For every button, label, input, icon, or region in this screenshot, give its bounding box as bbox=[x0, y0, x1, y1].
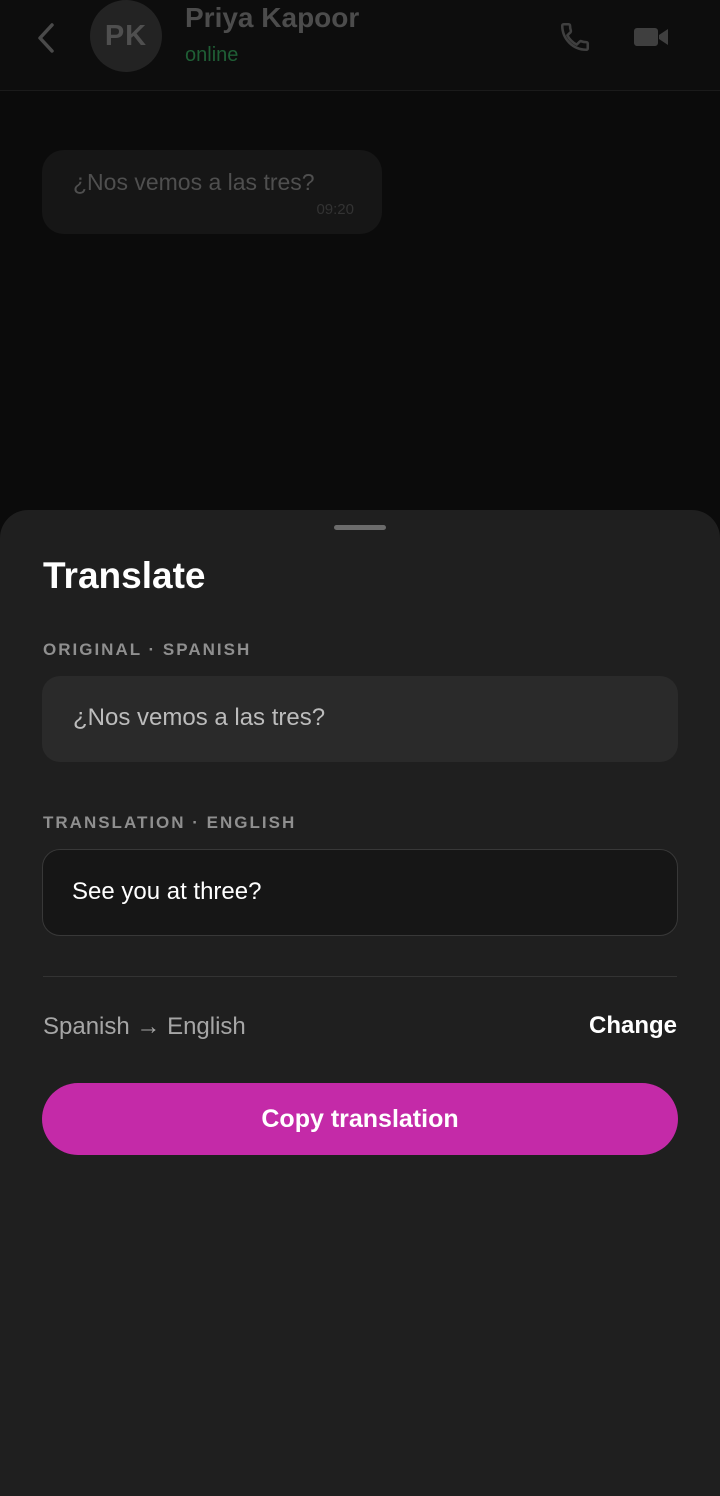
chevron-left-icon bbox=[38, 23, 54, 53]
divider bbox=[43, 976, 677, 977]
back-button[interactable] bbox=[28, 16, 64, 60]
phone-icon bbox=[560, 22, 590, 52]
video-call-button[interactable] bbox=[630, 18, 672, 56]
change-language-button[interactable]: Change bbox=[589, 1012, 677, 1040]
message-bubble[interactable]: ¿Nos vemos a las tres? 09:20 bbox=[42, 150, 382, 234]
translation-language-label: TRANSLATION · ENGLISH bbox=[43, 813, 297, 832]
message-text: ¿Nos vemos a las tres? bbox=[73, 169, 315, 195]
video-camera-icon bbox=[634, 28, 668, 46]
original-text-box: ¿Nos vemos a las tres? bbox=[42, 676, 678, 762]
language-pair: Spanish → English bbox=[43, 1013, 246, 1040]
contact-name[interactable]: Priya Kapoor bbox=[185, 2, 359, 34]
sheet-title: Translate bbox=[43, 555, 206, 596]
contact-status: online bbox=[185, 44, 239, 66]
voice-call-button[interactable] bbox=[556, 18, 594, 56]
translation-text-box[interactable]: See you at three? bbox=[42, 849, 678, 936]
chat-header: PK Priya Kapoor online bbox=[0, 0, 720, 91]
original-text: ¿Nos vemos a las tres? bbox=[73, 704, 326, 731]
original-language-label: ORIGINAL · SPANISH bbox=[43, 640, 252, 659]
message-time: 09:20 bbox=[316, 201, 354, 218]
copy-translation-button[interactable]: Copy translation bbox=[42, 1083, 678, 1155]
screen: PK Priya Kapoor online ¿Nos vemos a las … bbox=[0, 0, 720, 1496]
translate-sheet: Translate ORIGINAL · SPANISH ¿Nos vemos … bbox=[0, 510, 720, 1496]
avatar[interactable]: PK bbox=[90, 0, 162, 72]
sheet-grabber[interactable] bbox=[334, 525, 386, 530]
translation-text: See you at three? bbox=[72, 878, 262, 905]
